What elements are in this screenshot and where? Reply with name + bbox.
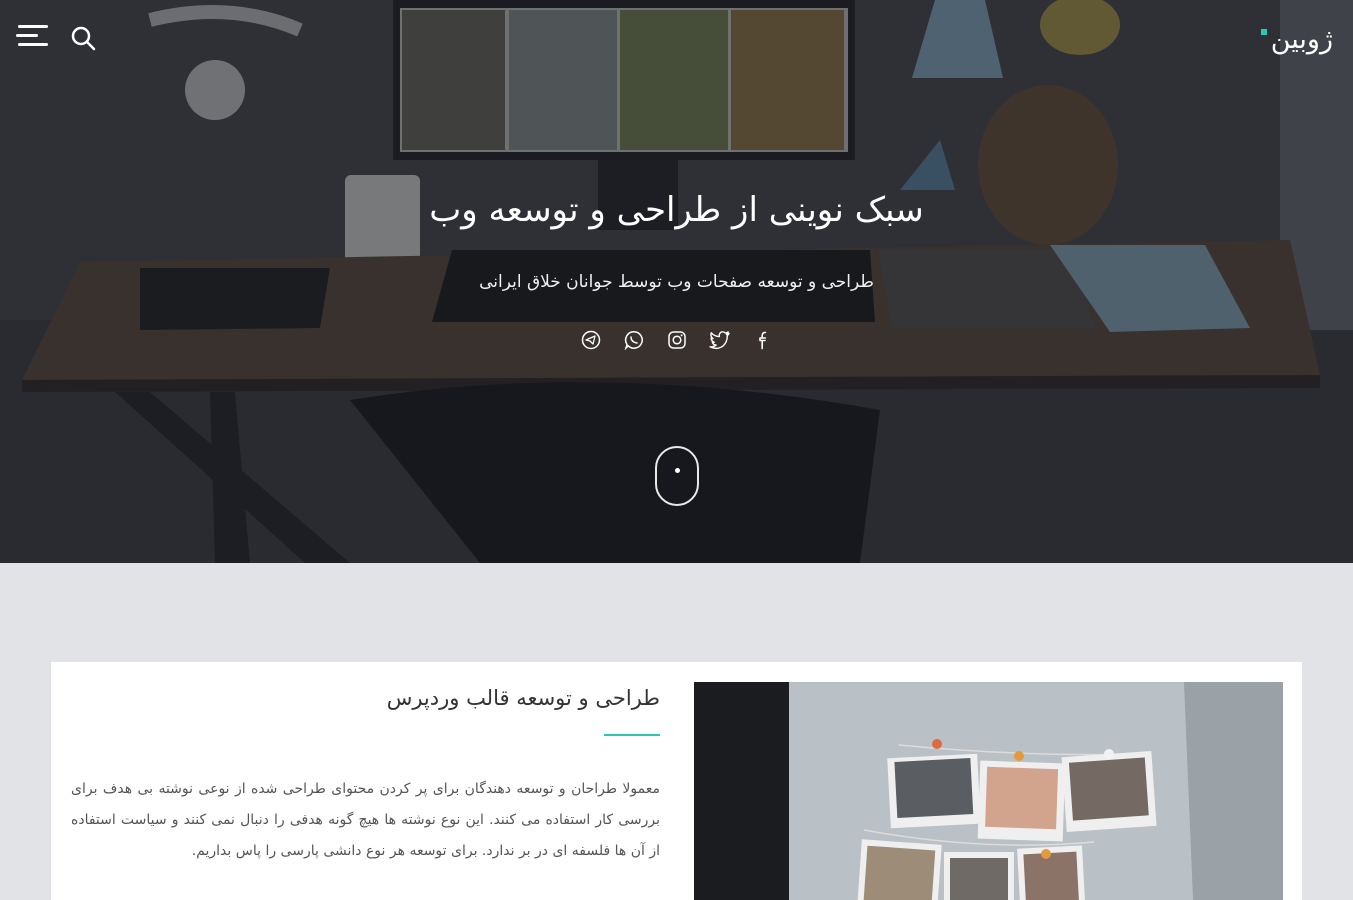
- telegram-icon[interactable]: [580, 329, 602, 351]
- hero-title: سبک نوینی از طراحی و توسعه وب: [429, 190, 924, 230]
- brand-accent-dot: [1260, 29, 1267, 35]
- post-title[interactable]: طراحی و توسعه قالب وردپرس: [71, 682, 660, 714]
- hero-section: ژوبین سبک نوینی از طراحی و توسعه وب طراح…: [0, 0, 1353, 563]
- post-excerpt: معمولا طراحان و توسعه دهندگان برای پر کر…: [71, 781, 660, 859]
- search-icon[interactable]: [70, 25, 96, 51]
- instagram-icon[interactable]: [666, 329, 688, 351]
- menu-line-top: [18, 25, 48, 28]
- whatsapp-icon[interactable]: [623, 329, 645, 351]
- post-content: طراحی و توسعه قالب وردپرس معمولا طراحان …: [71, 682, 660, 867]
- hamburger-menu-icon[interactable]: [16, 25, 48, 47]
- hero-subtitle: طراحی و توسعه صفحات وب توسط جوانان خلاق …: [479, 272, 874, 292]
- menu-line-bottom: [18, 43, 48, 46]
- title-accent-underline: [604, 734, 660, 736]
- scroll-wheel-dot: [675, 468, 680, 473]
- photo-wall-image: [694, 682, 1283, 900]
- facebook-icon[interactable]: [752, 329, 774, 351]
- social-links: [0, 329, 1353, 351]
- post-featured-image[interactable]: [694, 682, 1283, 900]
- site-brand-name[interactable]: ژوبین: [1271, 24, 1333, 56]
- post-card: طراحی و توسعه قالب وردپرس معمولا طراحان …: [51, 662, 1302, 900]
- menu-line-middle: [16, 34, 38, 37]
- site-logo[interactable]: ژوبین: [1260, 24, 1333, 56]
- scroll-mouse-icon[interactable]: [655, 446, 699, 506]
- twitter-icon[interactable]: [708, 329, 731, 351]
